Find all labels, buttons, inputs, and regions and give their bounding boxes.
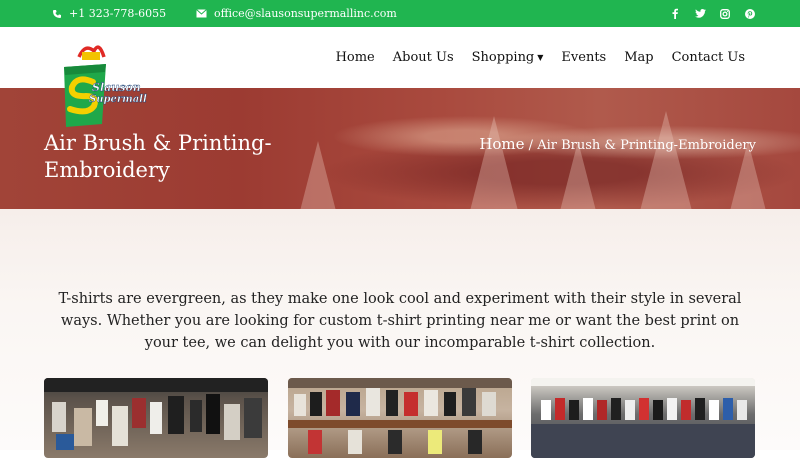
intro-paragraph: T-shirts are evergreen, as they make one… bbox=[58, 291, 742, 351]
main-navbar: Slauson Supermall Home About Us Shopping… bbox=[0, 27, 800, 127]
breadcrumb-home[interactable]: Home bbox=[479, 135, 524, 153]
email-contact[interactable]: office@slausonsupermallinc.com bbox=[196, 0, 397, 27]
email-address: office@slausonsupermallinc.com bbox=[214, 7, 397, 20]
social-links bbox=[669, 0, 756, 27]
gallery-image-1[interactable] bbox=[44, 378, 268, 458]
menu-contact-us[interactable]: Contact Us bbox=[672, 50, 745, 65]
phone-number: +1 323-778-6055 bbox=[69, 7, 167, 20]
top-bar: +1 323-778-6055 office@slausonsupermalli… bbox=[0, 0, 800, 27]
logo-text-slauson: Slauson bbox=[92, 81, 141, 94]
logo[interactable]: Slauson Supermall bbox=[58, 39, 166, 145]
gallery-image-3[interactable] bbox=[531, 378, 755, 458]
instagram-icon[interactable] bbox=[719, 8, 731, 20]
facebook-icon[interactable] bbox=[669, 8, 681, 20]
main-content: T-shirts are evergreen, as they make one… bbox=[0, 209, 800, 458]
menu-events[interactable]: Events bbox=[561, 50, 606, 65]
pinterest-icon[interactable] bbox=[744, 8, 756, 20]
gallery-image-2[interactable] bbox=[288, 378, 512, 458]
twitter-icon[interactable] bbox=[694, 8, 706, 20]
menu-home[interactable]: Home bbox=[336, 50, 375, 65]
christmas-tree-decor bbox=[470, 116, 518, 209]
breadcrumb: Home / Air Brush & Printing-Embroidery bbox=[479, 135, 756, 153]
phone-contact[interactable]: +1 323-778-6055 bbox=[52, 0, 166, 27]
logo-text-supermall: Supermall bbox=[89, 94, 147, 105]
menu-about-us[interactable]: About Us bbox=[393, 50, 454, 65]
envelope-icon bbox=[196, 9, 207, 18]
menu-shopping-label: Shopping bbox=[471, 50, 535, 65]
menu-map[interactable]: Map bbox=[624, 50, 653, 65]
phone-icon bbox=[52, 9, 62, 19]
menu-shopping[interactable]: Shopping ▼ bbox=[472, 50, 544, 65]
christmas-tree-decor bbox=[640, 111, 692, 209]
breadcrumb-separator: / bbox=[528, 138, 534, 153]
breadcrumb-current: Air Brush & Printing-Embroidery bbox=[537, 138, 756, 153]
main-menu: Home About Us Shopping ▼ Events Map Conta… bbox=[336, 27, 745, 88]
caret-down-icon: ▼ bbox=[537, 53, 544, 62]
